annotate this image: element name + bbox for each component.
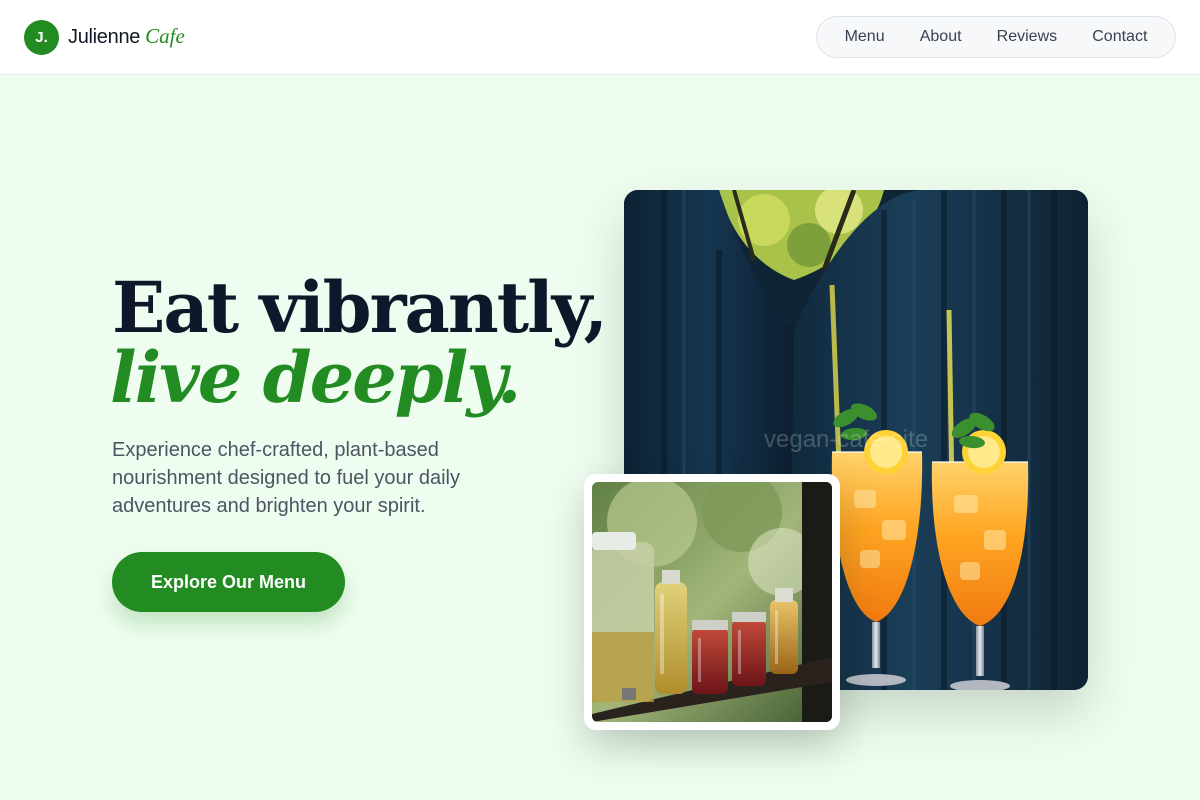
hero-headline-line2: live deeply. xyxy=(110,336,521,419)
nav-link-contact[interactable]: Contact xyxy=(1092,28,1147,46)
brand-accent: Cafe xyxy=(145,24,185,48)
site-header: J. Julienne Cafe Menu About Reviews Cont… xyxy=(0,0,1200,75)
hero-subtext: Experience chef-crafted, plant-based nou… xyxy=(112,439,460,517)
brand-name: Julienne xyxy=(68,26,141,48)
logo-badge[interactable]: J. xyxy=(24,20,59,55)
explore-menu-button[interactable]: Explore Our Menu xyxy=(112,552,345,612)
jars-image xyxy=(592,482,832,722)
image-watermark: vegan-cafe-site xyxy=(764,426,929,453)
nav-link-menu[interactable]: Menu xyxy=(845,28,885,46)
nav-link-reviews[interactable]: Reviews xyxy=(997,28,1057,46)
main-nav: Menu About Reviews Contact xyxy=(816,16,1176,58)
brand-logo[interactable]: Julienne Cafe xyxy=(68,24,185,52)
secondary-image-card xyxy=(584,474,840,730)
nav-link-about[interactable]: About xyxy=(920,28,962,46)
